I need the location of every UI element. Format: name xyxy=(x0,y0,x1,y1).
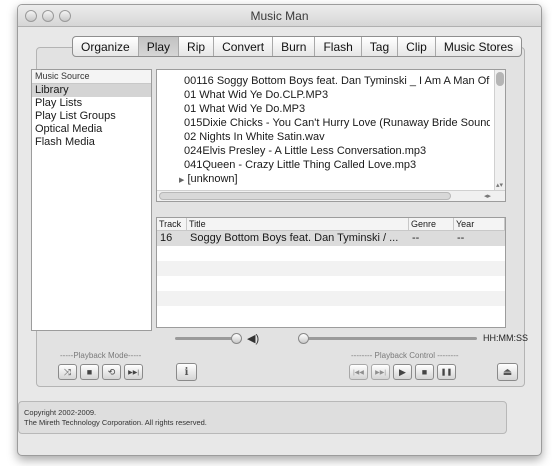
pause-button[interactable]: ❚❚ xyxy=(437,364,456,380)
source-item-flash-media[interactable]: Flash Media xyxy=(32,136,151,149)
file-row[interactable]: 015Dixie Chicks - You Can't Hurry Love (… xyxy=(157,116,490,130)
file-list-horizontal-scrollbar[interactable]: ◂▸ xyxy=(157,190,505,201)
tab-burn[interactable]: Burn xyxy=(273,37,316,56)
info-icon: i xyxy=(184,366,189,378)
next-icon: ▶▶| xyxy=(375,369,386,376)
progress-slider[interactable] xyxy=(302,337,477,340)
music-source-list[interactable]: Music Source Library Play Lists Play Lis… xyxy=(31,69,152,331)
repeat-icon: ⟲ xyxy=(107,366,116,377)
eject-button[interactable]: ⏏ xyxy=(497,363,518,381)
track-table-header: Track Title Genre Year xyxy=(157,218,505,231)
source-item-library[interactable]: Library xyxy=(32,84,151,97)
volume-slider-knob[interactable] xyxy=(231,333,242,344)
stop-icon: ■ xyxy=(86,367,93,377)
source-item-optical-media[interactable]: Optical Media xyxy=(32,123,151,136)
tab-rip[interactable]: Rip xyxy=(179,37,215,56)
file-row[interactable]: 01 What Wid Ye Do.MP3 xyxy=(157,102,490,116)
track-table[interactable]: Track Title Genre Year 16 Soggy Bottom B… xyxy=(156,217,506,328)
horizontal-scroll-arrows-icon[interactable]: ◂▸ xyxy=(484,192,491,200)
tab-clip[interactable]: Clip xyxy=(398,37,436,56)
volume-icon: ◀) xyxy=(247,333,260,345)
eject-icon: ⏏ xyxy=(502,366,513,378)
empty-table-row xyxy=(157,291,505,306)
source-item-play-list-groups[interactable]: Play List Groups xyxy=(32,110,151,123)
title-bar: Music Man xyxy=(18,5,541,27)
column-header-year[interactable]: Year xyxy=(454,218,505,230)
track-title-cell: Soggy Bottom Boys feat. Dan Tyminski / .… xyxy=(190,232,399,244)
info-button[interactable]: i xyxy=(176,363,197,381)
shuffle-icon: ⤨ xyxy=(63,366,72,377)
horizontal-scroll-thumb[interactable] xyxy=(159,192,451,200)
stop-button[interactable]: ■ xyxy=(415,364,434,380)
playback-control-group: |◀◀ ▶▶| ▶ ■ ❚❚ xyxy=(349,364,459,380)
stop-icon: ■ xyxy=(421,367,428,377)
playback-mode-label: -----Playback Mode----- xyxy=(60,351,142,360)
tab-convert[interactable]: Convert xyxy=(214,37,274,56)
track-genre-cell: -- xyxy=(412,232,420,244)
track-number-cell: 16 xyxy=(160,232,173,244)
footer: Copyright 2002-2009. The Mireth Technolo… xyxy=(18,401,507,434)
empty-table-row xyxy=(157,276,505,291)
next-mode-button[interactable]: ▶▶| xyxy=(124,364,143,380)
tab-play[interactable]: Play xyxy=(138,37,180,56)
company-line: The Mireth Technology Corporation. All r… xyxy=(24,418,207,427)
folder-row-unknown[interactable]: ▶ [unknown] xyxy=(157,172,505,186)
file-row[interactable]: 024Elvis Presley - A Little Less Convers… xyxy=(157,144,490,158)
file-list[interactable]: 00116 Soggy Bottom Boys feat. Dan Tymins… xyxy=(156,69,506,202)
shuffle-button[interactable]: ⤨ xyxy=(58,364,77,380)
file-row[interactable]: 041Queen - Crazy Little Thing Called Lov… xyxy=(157,158,490,172)
track-year-cell: -- xyxy=(457,232,465,244)
column-header-title[interactable]: Title xyxy=(187,218,409,230)
tab-flash[interactable]: Flash xyxy=(315,37,362,56)
tab-bar: Organize Play Rip Convert Burn Flash Tag… xyxy=(72,36,523,57)
pause-icon: ❚❚ xyxy=(440,369,453,376)
vertical-scroll-thumb[interactable] xyxy=(496,72,504,86)
previous-button[interactable]: |◀◀ xyxy=(349,364,368,380)
play-button[interactable]: ▶ xyxy=(393,364,412,380)
music-source-header: Music Source xyxy=(32,70,151,84)
empty-table-row xyxy=(157,246,505,261)
empty-table-row xyxy=(157,306,505,321)
file-list-vertical-scrollbar[interactable]: ▴▾ xyxy=(494,70,505,191)
source-item-play-lists[interactable]: Play Lists xyxy=(32,97,151,110)
stop-mode-button[interactable]: ■ xyxy=(80,364,99,380)
previous-icon: |◀◀ xyxy=(353,369,364,376)
disclosure-triangle-icon[interactable]: ▶ xyxy=(179,177,184,184)
table-row[interactable]: 16 Soggy Bottom Boys feat. Dan Tyminski … xyxy=(157,231,505,246)
next-button[interactable]: ▶▶| xyxy=(371,364,390,380)
file-row[interactable]: 00116 Soggy Bottom Boys feat. Dan Tymins… xyxy=(157,74,490,88)
repeat-button[interactable]: ⟲ xyxy=(102,364,121,380)
playback-control-label: -------- Playback Control -------- xyxy=(351,351,459,360)
column-header-genre[interactable]: Genre xyxy=(409,218,454,230)
time-display: HH:MM:SS xyxy=(483,333,528,343)
tab-music-stores[interactable]: Music Stores xyxy=(436,37,521,56)
next-track-icon: ▶▶| xyxy=(128,369,139,376)
column-header-track[interactable]: Track xyxy=(157,218,187,230)
window-title: Music Man xyxy=(250,9,309,23)
tab-tag[interactable]: Tag xyxy=(362,37,399,56)
progress-slider-knob[interactable] xyxy=(298,333,309,344)
file-row[interactable]: 01 What Wid Ye Do.CLP.MP3 xyxy=(157,88,490,102)
scroll-arrows-icon[interactable]: ▴▾ xyxy=(496,181,503,189)
tab-organize[interactable]: Organize xyxy=(73,37,139,56)
file-row[interactable]: 02 Nights In White Satin.wav xyxy=(157,130,490,144)
playback-mode-group: ⤨ ■ ⟲ ▶▶| xyxy=(58,364,146,380)
folder-label: [unknown] xyxy=(187,173,238,185)
play-icon: ▶ xyxy=(399,366,406,377)
copyright-line: Copyright 2002-2009. xyxy=(24,408,97,417)
empty-table-row xyxy=(157,261,505,276)
volume-slider[interactable] xyxy=(175,337,237,340)
